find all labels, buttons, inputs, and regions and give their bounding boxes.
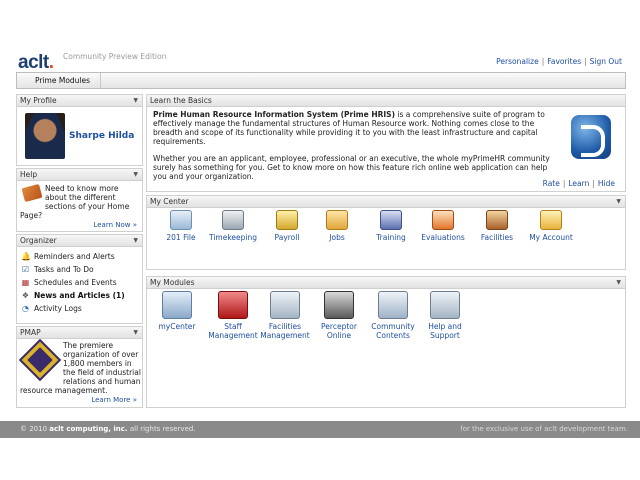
organizer-item-tasks[interactable]: ☑ Tasks and To Do [21,263,139,276]
help-text: Need to know more about the different se… [45,184,130,211]
learn-link[interactable]: Learn [568,179,589,188]
footer: © 2010 aclt computing, inc. all rights r… [0,421,640,438]
help-book-icon [21,183,43,203]
hide-link[interactable]: Hide [598,179,615,188]
profile-name[interactable]: Sharpe Hilda [69,131,134,141]
sign-out-link[interactable]: Sign Out [590,57,622,66]
module-community-contents[interactable]: Community Contents [365,291,421,340]
center-item-jobs[interactable]: Jobs [309,210,365,242]
module-help-support[interactable]: Help and Support [417,291,473,340]
collapse-arrow-icon[interactable]: ▼ [616,196,621,208]
basics-links: Rate | Learn | Hide [542,179,615,188]
center-item-201-file[interactable]: 201 File [153,210,209,242]
organizer-item-schedules[interactable]: ▦ Schedules and Events [21,276,139,289]
help-text-cont: Page? [20,211,43,220]
top-bar: aclt. Community Preview Edition Personal… [0,0,640,73]
collapse-arrow-icon[interactable]: ▼ [133,169,138,181]
organizer-item-activity[interactable]: ◔ Activity Logs [21,302,139,315]
copyright: © 2010 aclt computing, inc. all rights r… [20,425,196,433]
organizer-item-reminders[interactable]: 🔔 Reminders and Alerts [21,250,139,263]
center-item-my-account[interactable]: My Account [523,210,579,242]
goggles-icon [324,291,354,319]
basics-heading: Prime Human Resource Information System … [153,110,395,119]
center-item-evaluations[interactable]: Evaluations [415,210,471,242]
center-item-facilities[interactable]: Facilities [469,210,525,242]
center-item-timekeeping[interactable]: Timekeeping [205,210,261,242]
panel-header: Organizer ▼ [17,235,142,247]
module-perceptor-online[interactable]: Perceptor Online [311,291,367,340]
panel-header: Learn the Basics [147,95,625,107]
panel-header: Help ▼ [17,169,142,181]
learn-now-link[interactable]: Learn Now » [93,221,137,229]
account-folder-icon [540,210,562,230]
my-modules-panel: My Modules ▼ myCenter Staff Management Fa… [146,276,626,408]
module-mycenter[interactable]: myCenter [149,291,205,331]
footer-note: for the exclusive use of aclt developmen… [460,425,628,433]
panel-header: My Profile ▼ [17,95,142,107]
folder-icon [326,210,348,230]
top-links: Personalize | Favorites | Sign Out [496,57,622,66]
center-item-payroll[interactable]: Payroll [259,210,315,242]
help-gear-icon [430,291,460,319]
module-staff-management[interactable]: Staff Management [205,291,261,340]
basics-text: Prime Human Resource Information System … [153,110,553,189]
center-icon-row: 201 File Timekeeping Payroll Jobs Traini… [147,210,627,270]
checkbox-icon: ☑ [21,265,30,274]
toolbox-icon [218,291,248,319]
my-center-panel: My Center ▼ 201 File Timekeeping Payroll … [146,195,626,270]
log-icon: ◔ [22,304,29,313]
collapse-arrow-icon[interactable]: ▼ [133,327,138,339]
tab-prime-modules[interactable]: Prime Modules [25,73,102,88]
calendar-icon: ▦ [21,278,30,287]
module-bar: Prime Modules [16,72,626,89]
panel-header: My Center ▼ [147,196,625,208]
pmap-text-cont: resource management. [20,386,108,395]
panel-header: My Modules ▼ [147,277,625,289]
avatar[interactable] [25,113,65,159]
document-folder-icon [378,291,408,319]
bell-icon: 🔔 [21,252,31,261]
my-profile-panel: My Profile ▼ Sharpe Hilda [16,94,143,166]
rate-link[interactable]: Rate [543,179,560,188]
house-icon [486,210,508,230]
pmap-text: The premiere organization of over 1,800 … [63,341,141,386]
prime-hris-logo-icon [571,115,611,159]
personalize-link[interactable]: Personalize [496,57,539,66]
learn-more-link[interactable]: Learn More » [91,396,137,404]
learn-basics-panel: Learn the Basics Prime Human Resource In… [146,94,626,192]
file-icon [170,210,192,230]
panel-header: PMAP ▼ [17,327,142,339]
pmap-panel: PMAP ▼ The premiere organization of over … [16,326,143,408]
favorites-link[interactable]: Favorites [547,57,581,66]
collapse-arrow-icon[interactable]: ▼ [616,277,621,289]
clock-icon [222,210,244,230]
module-facilities-management[interactable]: Facilities Management [257,291,313,340]
gear-folder-icon [270,291,300,319]
organizer-item-news[interactable]: ❖ News and Articles (1) [21,289,139,302]
training-icon [380,210,402,230]
center-item-training[interactable]: Training [363,210,419,242]
edition-label: Community Preview Edition [63,52,167,61]
mycenter-folder-icon [162,291,192,319]
collapse-arrow-icon[interactable]: ▼ [133,95,138,107]
basics-paragraph-2: Whether you are an applicant, employee, … [153,154,550,181]
collapse-arrow-icon[interactable]: ▼ [133,235,138,247]
organizer-list: 🔔 Reminders and Alerts ☑ Tasks and To Do ▦… [17,247,142,315]
news-icon: ❖ [21,291,30,300]
modules-icon-row: myCenter Staff Management Facilities Man… [147,291,627,351]
aclt-logo[interactable]: aclt. [18,52,54,74]
checklist-icon [432,210,454,230]
payroll-icon [276,210,298,230]
organizer-panel: Organizer ▼ 🔔 Reminders and Alerts ☑ Tasks … [16,234,143,324]
help-panel: Help ▼ Need to know more about the differ… [16,168,143,232]
